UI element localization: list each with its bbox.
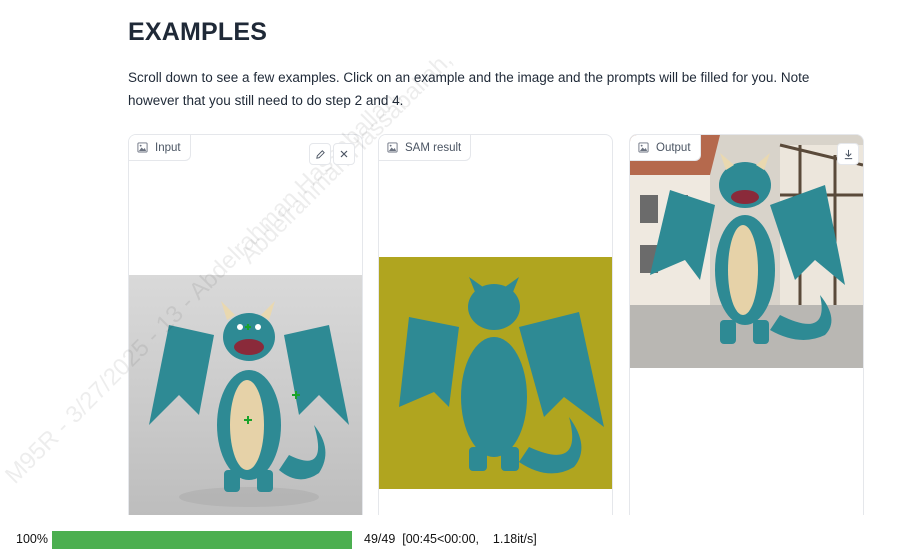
output-image[interactable] [630, 135, 863, 368]
pencil-icon [315, 149, 325, 159]
output-label: Output [656, 141, 691, 154]
output-label-tab: Output [630, 135, 701, 161]
sam-result-panel[interactable]: SAM result [378, 134, 613, 515]
section-description: Scroll down to see a few examples. Click… [128, 70, 810, 108]
dragon-street-image [630, 135, 863, 368]
progress-stats: 49/49 [00:45<00:00, 1.18it/s] [364, 532, 537, 546]
progress-row: 100% 49/49 [00:45<00:00, 1.18it/s] [0, 529, 900, 551]
image-icon [137, 142, 148, 153]
input-label-tab: Input [129, 135, 191, 161]
progress-percent: 100% [16, 532, 48, 546]
close-button[interactable] [333, 143, 355, 165]
edit-button[interactable] [309, 143, 331, 165]
input-label: Input [155, 141, 181, 154]
section-title: EXAMPLES [128, 18, 268, 46]
download-button[interactable] [837, 143, 859, 165]
progress-bar-fill [52, 531, 352, 549]
progress-bar [52, 531, 352, 549]
output-image-panel[interactable]: Output [629, 134, 864, 515]
download-icon [844, 149, 852, 159]
dragon-image [149, 301, 349, 507]
sam-result-image[interactable] [379, 257, 612, 489]
close-icon [340, 150, 348, 158]
input-image-panel[interactable]: Input [128, 134, 363, 515]
image-icon [638, 142, 649, 153]
sam-label: SAM result [405, 141, 462, 154]
input-image[interactable] [129, 275, 362, 515]
sam-label-tab: SAM result [379, 135, 472, 161]
image-icon [387, 142, 398, 153]
dragon-mask-image [399, 277, 604, 474]
